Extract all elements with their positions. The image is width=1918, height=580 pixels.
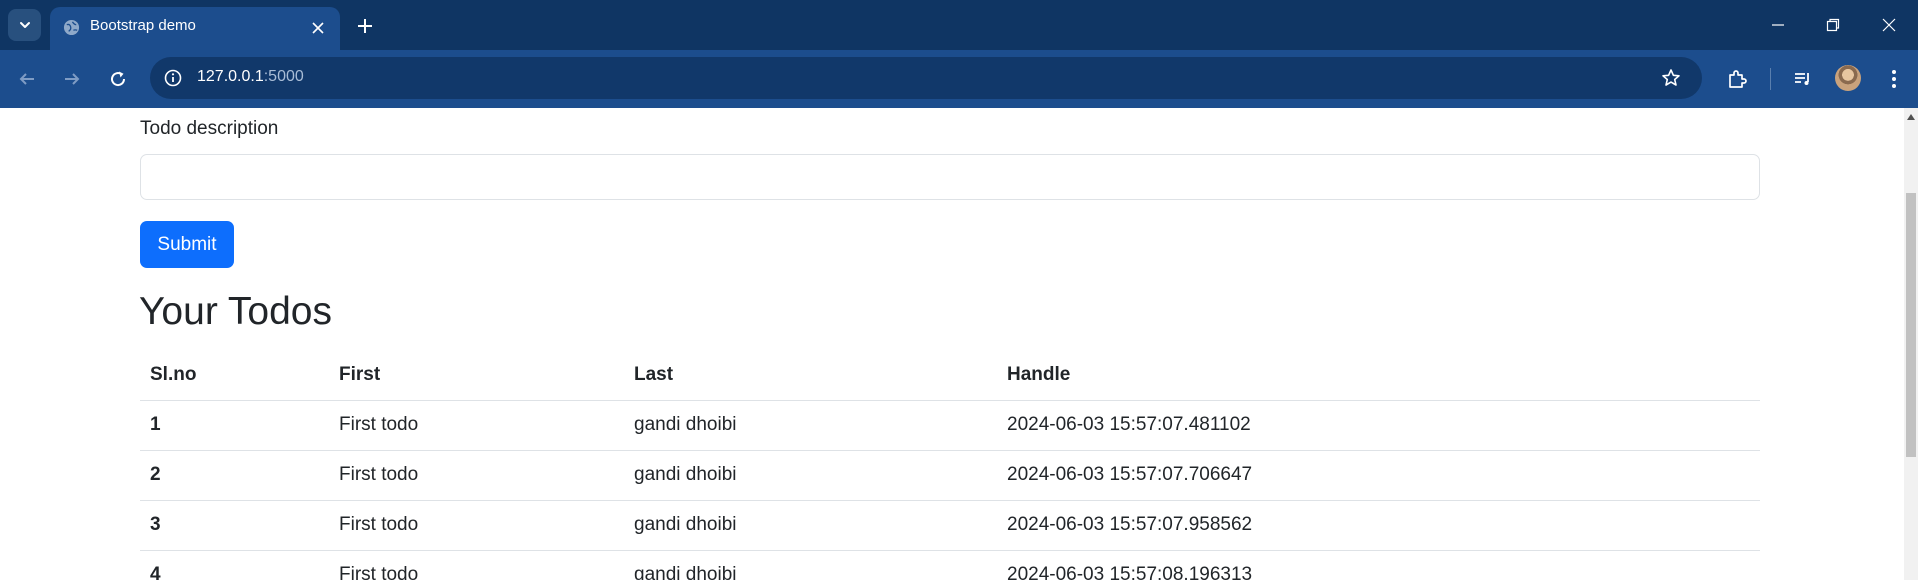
minimize-icon	[1772, 24, 1784, 26]
more-vertical-icon	[1892, 70, 1896, 88]
cell-first: First todo	[329, 550, 624, 580]
cell-slno: 1	[140, 400, 329, 451]
playlist-icon	[1795, 73, 1809, 85]
chevron-down-icon	[19, 22, 30, 28]
tab-strip: Bootstrap demo	[0, 0, 1918, 50]
scrollbar-thumb[interactable]	[1906, 193, 1916, 457]
back-button[interactable]	[12, 64, 42, 94]
tab-close-button[interactable]	[308, 18, 328, 38]
cell-first: First todo	[329, 450, 624, 501]
todos-table: Sl.no First Last Handle 1 First todo gan…	[140, 350, 1760, 580]
submit-button[interactable]: Submit	[140, 221, 234, 268]
forward-button[interactable]	[57, 64, 87, 94]
cell-handle: 2024-06-03 15:57:07.481102	[997, 400, 1760, 451]
todo-description-input[interactable]	[140, 154, 1760, 200]
table-header-row: Sl.no First Last Handle	[140, 350, 1760, 401]
address-bar[interactable]: 127.0.0.1:5000	[150, 57, 1702, 99]
browser-menu-button[interactable]	[1879, 64, 1909, 94]
arrow-left-icon	[19, 73, 34, 85]
reload-icon	[111, 71, 126, 87]
bookmark-button[interactable]	[1660, 67, 1682, 89]
puzzle-icon	[1729, 70, 1747, 88]
minimize-button[interactable]	[1763, 10, 1793, 40]
media-control-button[interactable]	[1788, 64, 1818, 94]
cell-slno: 3	[140, 500, 329, 551]
page-scrollbar[interactable]	[1904, 108, 1918, 580]
column-header-first: First	[329, 350, 624, 401]
cell-last: gandi dhoibi	[624, 550, 997, 580]
cell-first: First todo	[329, 400, 624, 451]
extensions-button[interactable]	[1722, 64, 1752, 94]
cell-handle: 2024-06-03 15:57:08.196313	[997, 550, 1760, 580]
column-header-slno: Sl.no	[140, 350, 329, 401]
table-row: 1 First todo gandi dhoibi 2024-06-03 15:…	[140, 400, 1760, 451]
todos-heading: Your Todos	[139, 290, 333, 333]
cell-handle: 2024-06-03 15:57:07.706647	[997, 450, 1760, 501]
page-content: Todo description Submit Your Todos Sl.no…	[0, 108, 1904, 580]
close-icon	[312, 22, 324, 34]
site-info-button[interactable]	[162, 67, 184, 89]
todo-description-label: Todo description	[140, 118, 279, 139]
tab-title: Bootstrap demo	[90, 17, 196, 34]
restore-button[interactable]	[1818, 10, 1848, 40]
url-host: 127.0.0.1	[197, 68, 264, 85]
table-row: 2 First todo gandi dhoibi 2024-06-03 15:…	[140, 450, 1760, 501]
close-icon	[1882, 18, 1896, 32]
window-close-button[interactable]	[1874, 10, 1904, 40]
star-icon	[1662, 69, 1680, 86]
reload-button[interactable]	[103, 64, 133, 94]
cell-handle: 2024-06-03 15:57:07.958562	[997, 500, 1760, 551]
plus-icon	[358, 19, 372, 33]
scroll-up-arrow-icon[interactable]	[1907, 114, 1915, 120]
arrow-right-icon	[65, 73, 80, 85]
cell-last: gandi dhoibi	[624, 500, 997, 551]
toolbar-divider	[1770, 68, 1771, 90]
column-header-handle: Handle	[997, 350, 1760, 401]
restore-icon	[1826, 18, 1840, 32]
cell-slno: 2	[140, 450, 329, 501]
browser-tab[interactable]: Bootstrap demo	[50, 7, 340, 50]
info-icon	[164, 69, 182, 87]
cell-last: gandi dhoibi	[624, 450, 997, 501]
tab-search-button[interactable]	[8, 9, 41, 41]
cell-first: First todo	[329, 500, 624, 551]
browser-toolbar: 127.0.0.1:5000	[0, 50, 1918, 108]
new-tab-button[interactable]	[354, 15, 376, 37]
column-header-last: Last	[624, 350, 997, 401]
cell-slno: 4	[140, 550, 329, 580]
table-row: 4 First todo gandi dhoibi 2024-06-03 15:…	[140, 550, 1760, 580]
url-port: :5000	[263, 68, 304, 85]
cell-last: gandi dhoibi	[624, 400, 997, 451]
globe-icon	[63, 19, 80, 36]
url-text: 127.0.0.1:5000	[197, 68, 304, 86]
profile-avatar[interactable]	[1835, 65, 1861, 91]
table-row: 3 First todo gandi dhoibi 2024-06-03 15:…	[140, 500, 1760, 551]
